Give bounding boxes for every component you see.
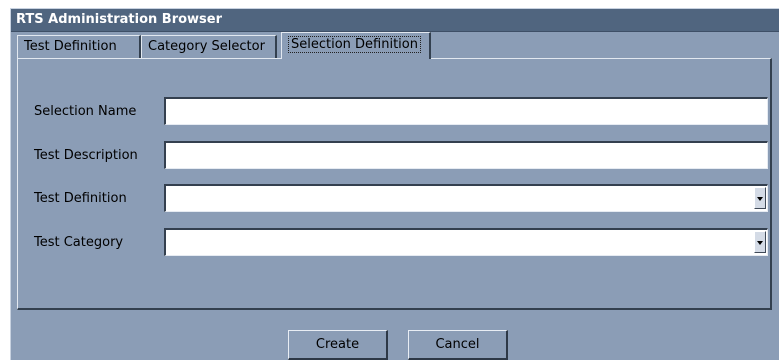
test-category-label: Test Category: [34, 235, 124, 250]
test-category-value: [166, 230, 767, 255]
tab-selection-definition[interactable]: Selection Definition: [281, 32, 431, 59]
tab-category-selector[interactable]: Category Selector: [141, 35, 277, 58]
selection-definition-panel: Selection Name Test Description Test Def…: [17, 58, 772, 310]
test-category-row: Test Category: [18, 228, 770, 256]
selection-name-label: Selection Name: [34, 104, 137, 119]
selection-name-input[interactable]: [166, 99, 767, 124]
cancel-button[interactable]: Cancel: [408, 330, 508, 360]
test-definition-row: Test Definition: [18, 184, 770, 212]
main-window: RTS Administration Browser Test Definiti…: [10, 8, 779, 360]
tab-label: Selection Definition: [288, 36, 421, 53]
selection-name-field-frame: [164, 97, 768, 125]
test-description-row: Test Description: [18, 141, 770, 169]
test-definition-dropdown-button[interactable]: [754, 187, 766, 209]
selection-name-row: Selection Name: [18, 97, 770, 125]
chevron-down-icon: [757, 241, 763, 245]
test-definition-value: [166, 186, 767, 211]
window-title: RTS Administration Browser: [11, 9, 779, 32]
tab-label: Category Selector: [148, 39, 265, 54]
tab-test-definition[interactable]: Test Definition: [17, 35, 141, 58]
test-category-dropdown-button[interactable]: [754, 231, 766, 253]
test-category-dropdown[interactable]: [164, 228, 768, 256]
test-description-label: Test Description: [34, 148, 138, 163]
test-definition-dropdown[interactable]: [164, 184, 768, 212]
test-definition-label: Test Definition: [34, 191, 127, 206]
test-description-input[interactable]: [166, 143, 767, 168]
create-button[interactable]: Create: [288, 330, 388, 360]
chevron-down-icon: [757, 197, 763, 201]
test-description-field-frame: [164, 141, 768, 169]
tab-strip: Test Definition Category Selector Select…: [11, 32, 779, 59]
tab-label: Test Definition: [24, 39, 117, 54]
